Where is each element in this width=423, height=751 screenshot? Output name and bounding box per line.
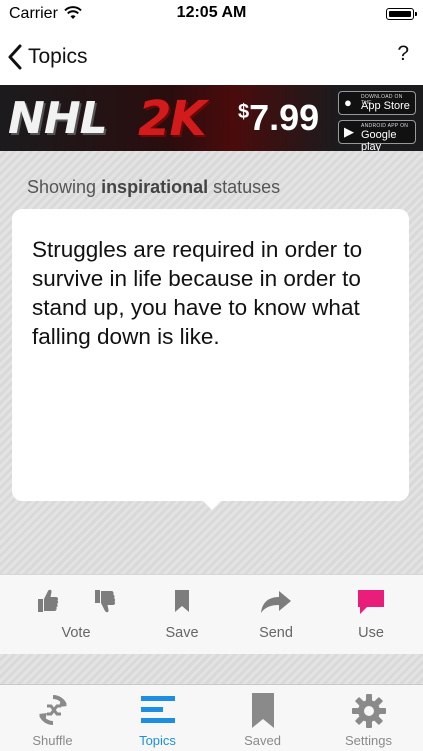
topics-icon [140, 693, 176, 732]
apple-icon: ● [344, 95, 352, 110]
ad-logo-2k: 2K [138, 91, 207, 147]
shuffle-icon [36, 693, 70, 732]
vote-group: Vote [28, 585, 124, 647]
tab-settings[interactable]: Settings [316, 685, 421, 751]
use-button[interactable]: Use [341, 585, 401, 647]
bookmark-icon [174, 589, 190, 618]
tab-saved-label: Saved [244, 733, 281, 748]
thumbs-up-icon[interactable] [34, 587, 60, 620]
tab-settings-label: Settings [345, 733, 392, 748]
bookmark-icon [251, 693, 275, 734]
background-band [0, 654, 423, 684]
navigation-bar: Topics ? [0, 30, 423, 85]
speech-bubble-icon [357, 589, 385, 620]
gear-icon [351, 693, 387, 734]
back-button[interactable]: Topics [8, 38, 88, 76]
thumbs-down-icon[interactable] [91, 587, 117, 620]
send-button[interactable]: Send [246, 585, 306, 647]
back-button-label: Topics [28, 45, 88, 68]
tab-shuffle-label: Shuffle [32, 733, 73, 748]
quote-card: Struggles are required in order to survi… [12, 209, 409, 510]
showing-caption: Showing inspirational statuses [27, 177, 281, 197]
battery-icon [386, 8, 417, 20]
quote-text: Struggles are required in order to survi… [32, 237, 363, 349]
save-button[interactable]: Save [152, 585, 212, 647]
save-label: Save [165, 625, 199, 641]
ad-banner[interactable]: NHL 2K $7.99 ● Download on the App Store… [0, 85, 423, 151]
tab-bar: Shuffle Topics Saved Settings [0, 684, 423, 751]
status-bar: Carrier 12:05 AM [0, 0, 423, 30]
status-content: Showing inspirational statuses Struggles… [0, 151, 423, 574]
app-store-button[interactable]: ● Download on the App Store [338, 91, 416, 115]
ad-logo-nhl: NHL [8, 93, 108, 144]
tab-shuffle[interactable]: Shuffle [0, 685, 105, 751]
clock: 12:05 AM [176, 4, 247, 21]
tab-topics[interactable]: Topics [105, 685, 210, 751]
use-label: Use [358, 625, 384, 641]
ad-price: $7.99 [238, 97, 320, 138]
chevron-left-icon [8, 44, 22, 70]
action-bar: Vote Save Send Use [0, 574, 423, 655]
help-button[interactable]: ? [397, 42, 409, 66]
google-play-button[interactable]: ▶ ANDROID APP ON Google play [338, 120, 416, 151]
play-icon: ▶ [344, 124, 354, 139]
topic-name: inspirational [101, 177, 209, 197]
tab-topics-label: Topics [139, 733, 176, 748]
send-label: Send [259, 625, 293, 641]
tab-saved[interactable]: Saved [210, 685, 315, 751]
share-arrow-icon [259, 589, 293, 620]
vote-label: Vote [61, 625, 91, 641]
